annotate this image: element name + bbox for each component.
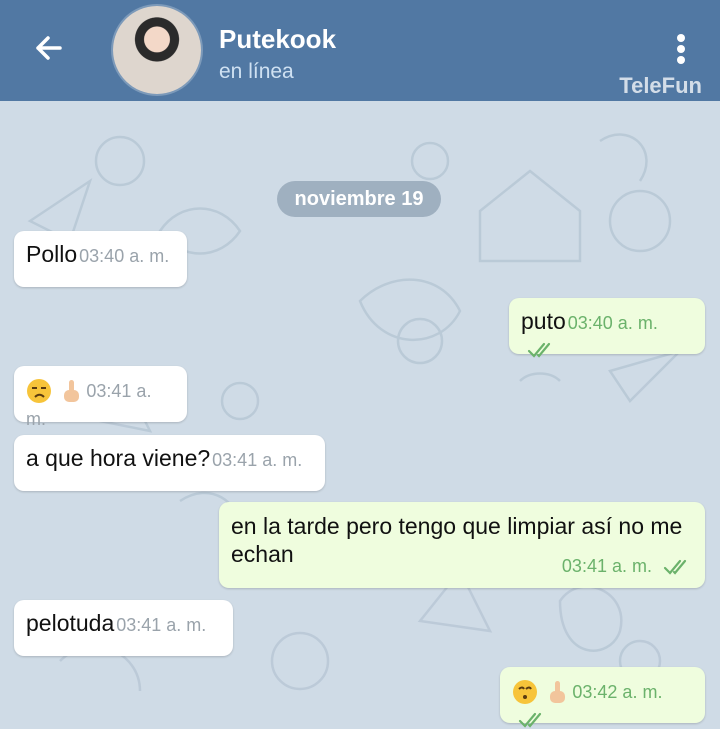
message-incoming[interactable]: Pollo 03:40 a. m. [14, 231, 187, 287]
message-text: puto [521, 308, 566, 334]
message-outgoing[interactable]: puto 03:40 a. m. [509, 298, 705, 358]
unamused-face-icon [27, 378, 51, 403]
contact-status: en línea [219, 60, 294, 83]
watermark: TeleFun [619, 73, 702, 98]
middle-finger-icon [550, 680, 566, 703]
middle-finger-icon [64, 379, 80, 402]
message-time: 03:41 a. m. [116, 615, 207, 635]
message-time: 03:40 a. m. [79, 246, 170, 266]
message-meta: 03:41 a. m. [562, 552, 691, 580]
message-time: 03:41 a. m. [561, 556, 652, 576]
avatar[interactable] [113, 6, 201, 94]
double-check-icon [527, 342, 551, 358]
message-text: pelotuda [26, 610, 115, 636]
date-separator: noviembre 19 [277, 181, 441, 217]
kissing-face-icon [513, 679, 537, 704]
message-time: 03:40 a. m. [567, 313, 658, 333]
message-incoming[interactable]: a que hora viene? 03:41 a. m. [14, 435, 325, 491]
chat-area[interactable]: noviembre 19 Pollo 03:40 a. m. puto 03:40 … [0, 101, 720, 729]
contact-name[interactable]: Putekook [219, 24, 336, 55]
chat-header: Putekook en línea TeleFun [0, 0, 720, 101]
double-check-icon [663, 560, 687, 575]
message-outgoing[interactable]: en la tarde pero tengo que limpiar así n… [219, 502, 705, 588]
message-time: 03:41 a. m. [212, 450, 303, 470]
message-text: Pollo [26, 241, 78, 267]
double-check-icon [518, 712, 542, 728]
message-outgoing[interactable]: 03:42 a. m. [500, 667, 705, 728]
message-incoming[interactable]: 03:41 a. m. [14, 366, 187, 429]
kebab-menu-icon[interactable] [664, 30, 698, 68]
message-text: a que hora viene? [26, 445, 211, 471]
message-incoming[interactable]: pelotuda 03:41 a. m. [14, 600, 233, 656]
arrow-left-icon[interactable] [30, 30, 66, 66]
message-time: 03:42 a. m. [572, 682, 663, 702]
